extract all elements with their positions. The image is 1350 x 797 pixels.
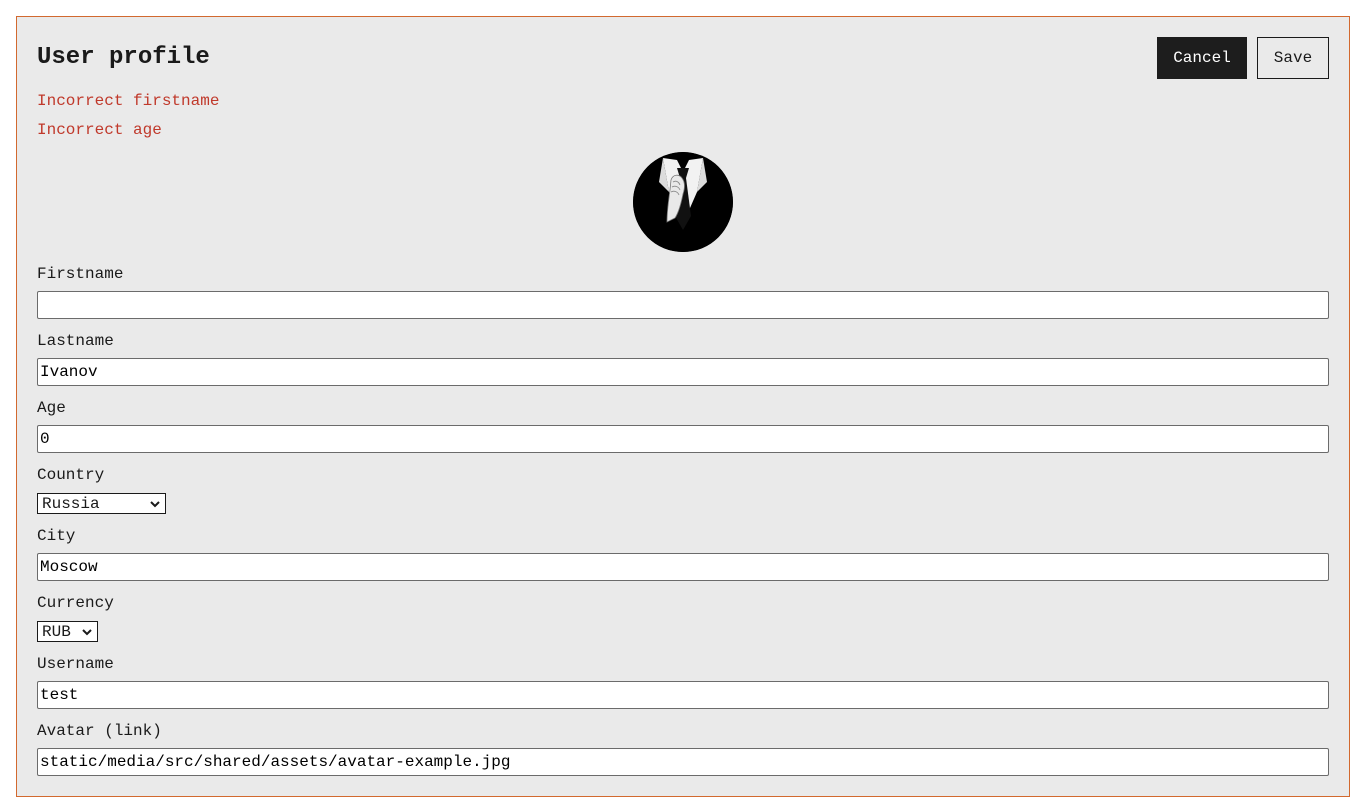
profile-card: User profile Cancel Save Incorrect first… [16,16,1350,797]
country-select-value: Russia [42,494,100,513]
avatar [633,152,733,252]
city-label: City [37,527,76,545]
city-field[interactable] [37,553,1329,581]
error-message-firstname: Incorrect firstname [37,92,220,110]
currency-select-value: RUB [42,622,71,641]
firstname-label: Firstname [37,265,124,283]
country-label: Country [37,466,105,484]
currency-select[interactable]: RUB [37,621,98,642]
country-select[interactable]: Russia [37,493,166,514]
username-label: Username [37,655,114,673]
chevron-down-icon [82,629,92,636]
avatar-link-field[interactable] [37,748,1329,776]
error-message-age: Incorrect age [37,121,162,139]
avatar-link-label: Avatar (link) [37,722,162,740]
currency-label: Currency [37,594,114,612]
suit-and-tie-avatar-icon [633,152,733,252]
firstname-field[interactable] [37,291,1329,319]
page-title: User profile [37,44,210,71]
lastname-field[interactable] [37,358,1329,386]
age-field[interactable] [37,425,1329,453]
username-field[interactable] [37,681,1329,709]
lastname-label: Lastname [37,332,114,350]
chevron-down-icon [150,501,160,508]
save-button[interactable]: Save [1257,37,1329,79]
age-label: Age [37,399,66,417]
cancel-button[interactable]: Cancel [1157,37,1247,79]
